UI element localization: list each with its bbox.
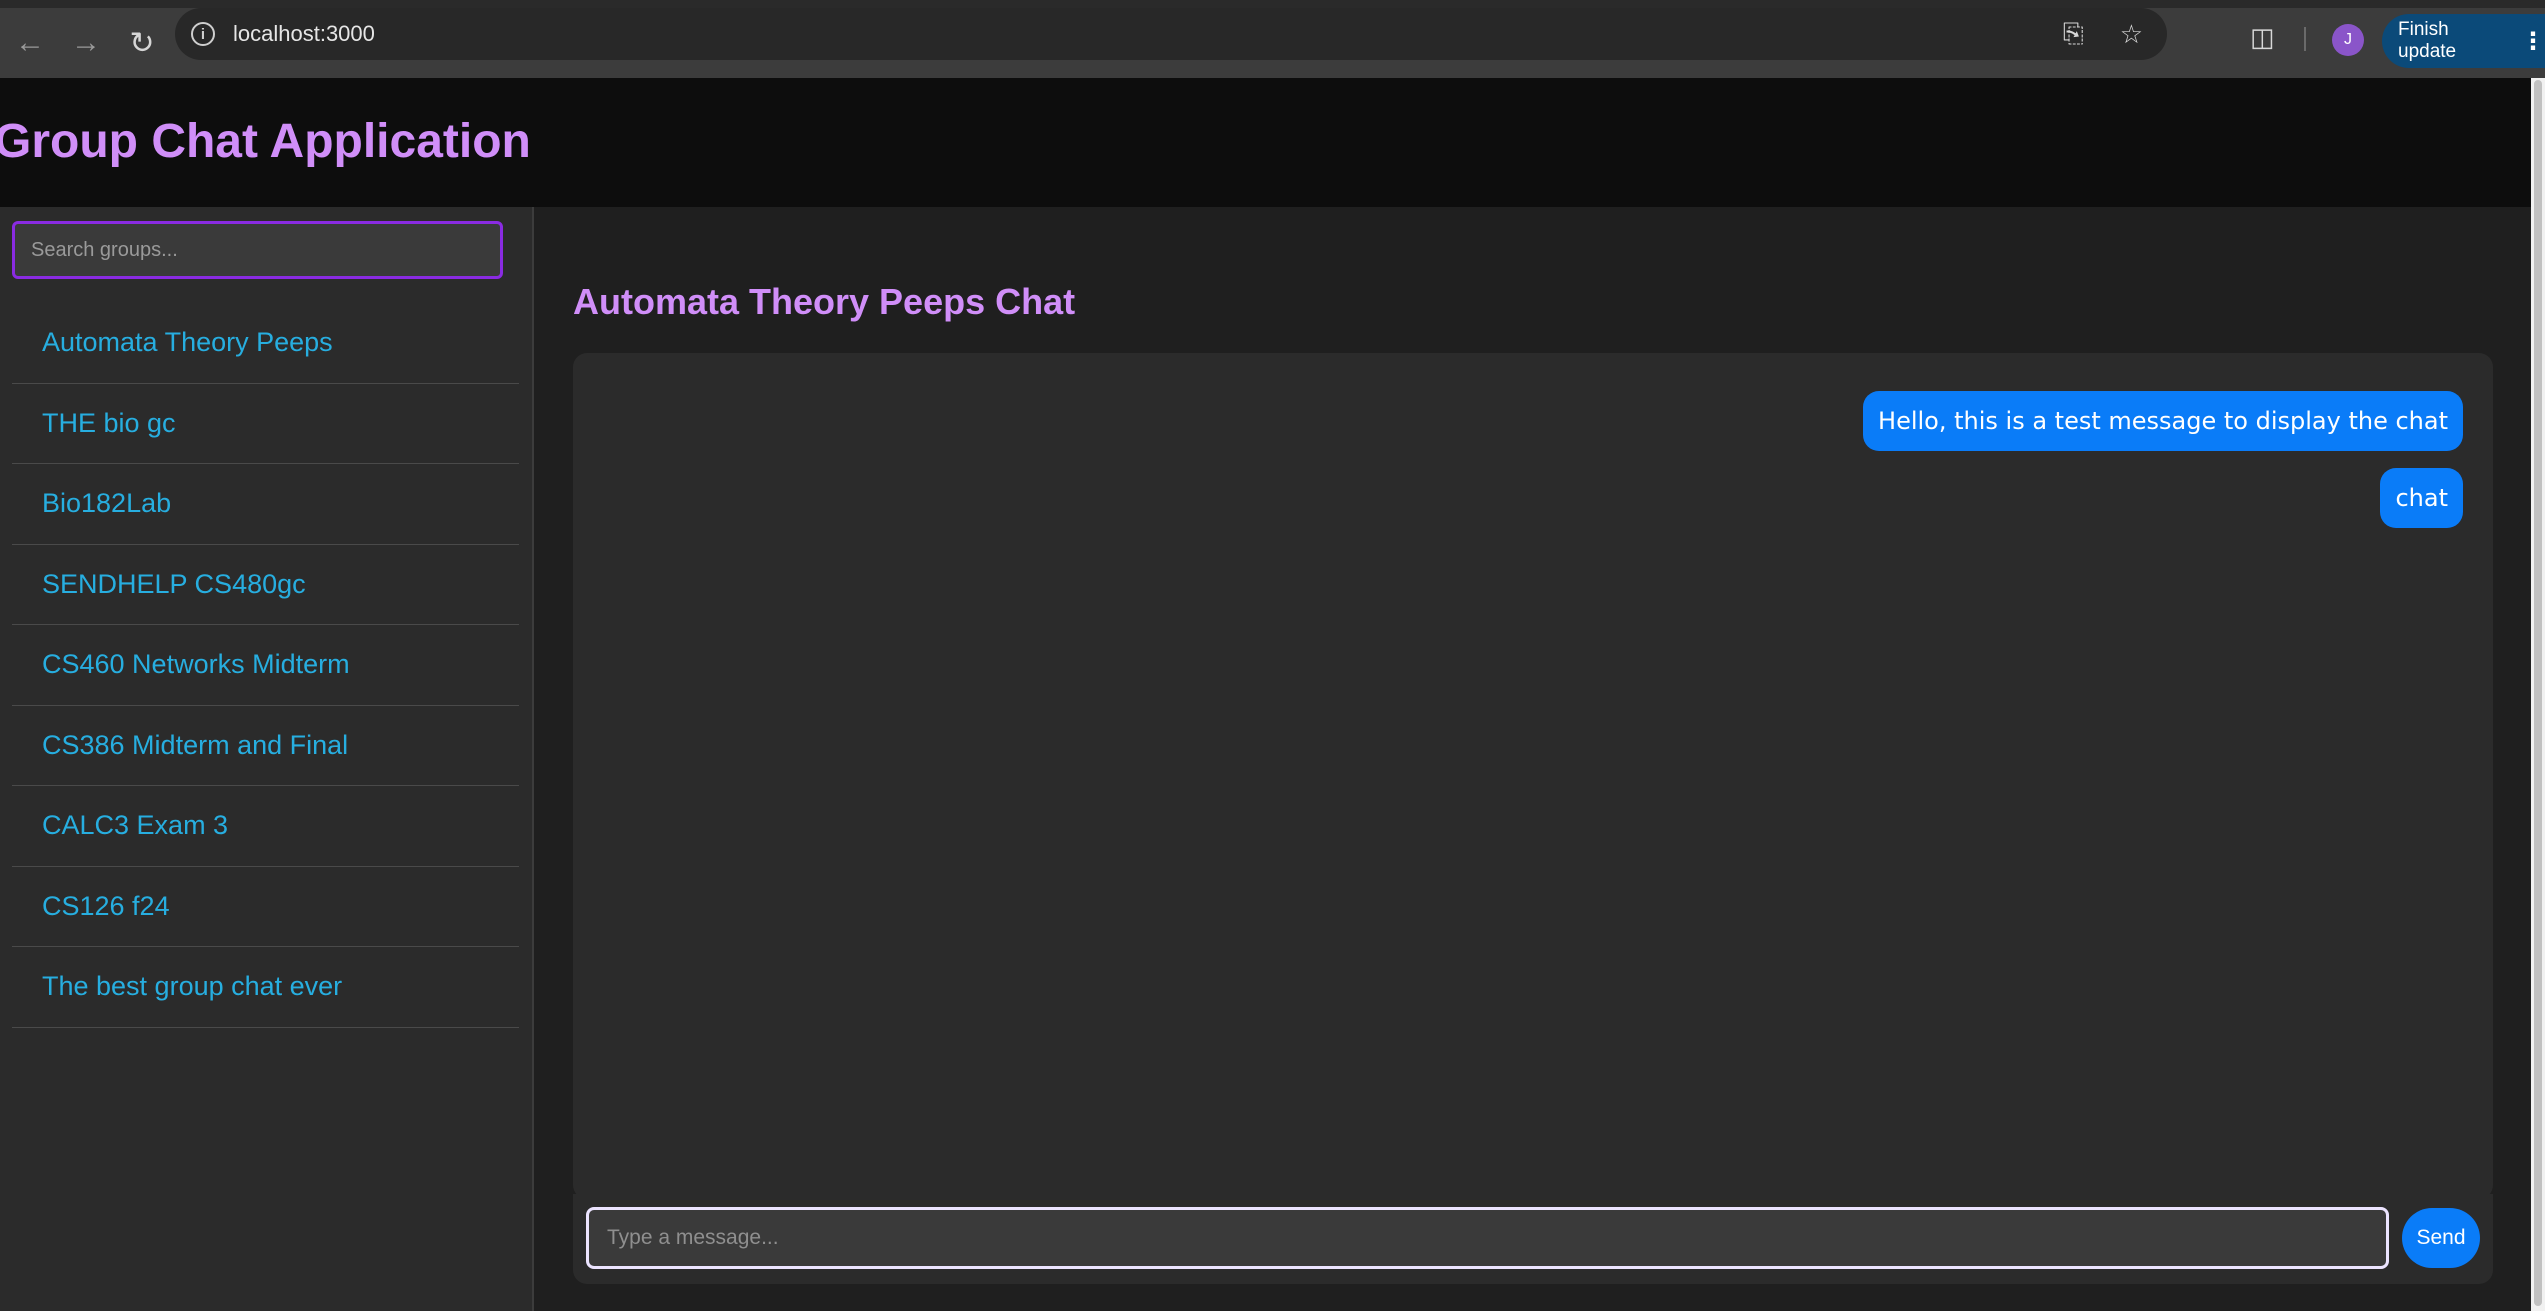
chat-area: Automata Theory Peeps Chat Hello, this i…	[536, 207, 2545, 1311]
kebab-menu-icon[interactable]: ⋮	[2521, 27, 2545, 56]
messages-panel[interactable]: Hello, this is a test message to display…	[573, 353, 2493, 1199]
app-header: Group Chat Application	[0, 78, 2545, 207]
forward-arrow-icon[interactable]: →	[60, 17, 112, 69]
puzzle-icon[interactable]: ◫	[2250, 22, 2275, 53]
group-list: Automata Theory Peeps THE bio gc Bio182L…	[12, 303, 519, 1028]
chat-message: chat	[2380, 468, 2463, 528]
group-item[interactable]: THE bio gc	[12, 384, 519, 464]
group-sidebar: Automata Theory Peeps THE bio gc Bio182L…	[0, 207, 534, 1311]
message-composer: Send	[573, 1194, 2493, 1284]
back-arrow-icon[interactable]: ←	[4, 17, 56, 69]
group-item[interactable]: SENDHELP CS480gc	[12, 545, 519, 625]
finish-update-label: Finish update	[2398, 19, 2457, 62]
scrollbar-thumb[interactable]	[2534, 80, 2542, 1306]
site-info-icon[interactable]: i	[191, 22, 215, 46]
star-icon[interactable]: ☆	[2120, 19, 2143, 50]
url-text[interactable]: localhost:3000	[233, 21, 375, 47]
group-item[interactable]: Bio182Lab	[12, 464, 519, 545]
page-title: Group Chat Application	[0, 115, 531, 168]
group-item[interactable]: The best group chat ever	[12, 947, 519, 1028]
page-scrollbar[interactable]	[2531, 78, 2545, 1311]
group-item[interactable]: CS460 Networks Midterm	[12, 625, 519, 706]
group-item[interactable]: Automata Theory Peeps	[12, 303, 519, 384]
address-bar[interactable]: i localhost:3000 ⎘ ☆	[175, 8, 2167, 60]
reload-icon[interactable]: ↻	[116, 17, 168, 69]
chat-title: Automata Theory Peeps Chat	[573, 281, 1076, 322]
chat-message: Hello, this is a test message to display…	[1863, 391, 2463, 451]
search-input[interactable]	[12, 221, 503, 279]
group-item[interactable]: CALC3 Exam 3	[12, 786, 519, 867]
group-item[interactable]: CS386 Midterm and Final	[12, 706, 519, 786]
install-app-icon[interactable]: ⎘	[2063, 18, 2084, 50]
group-item[interactable]: CS126 f24	[12, 867, 519, 947]
toolbar-divider	[2304, 27, 2306, 51]
send-button[interactable]: Send	[2402, 1208, 2480, 1268]
finish-update-button[interactable]: Finish update ⋮	[2382, 14, 2545, 68]
message-input[interactable]	[586, 1207, 2389, 1269]
avatar[interactable]: J	[2332, 24, 2364, 56]
